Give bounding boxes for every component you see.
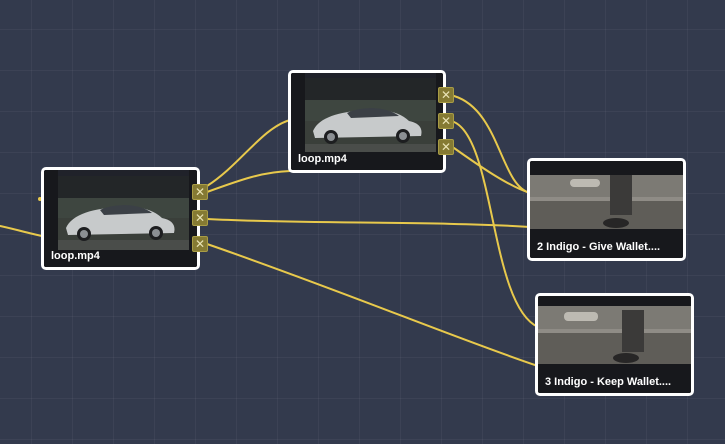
video-node-give-wallet[interactable]: 2 Indigo - Give Wallet.... [527, 158, 686, 261]
wire-loop-1-to-loop-2-b [206, 170, 291, 193]
output-port-2c[interactable]: ✕ [438, 139, 454, 155]
output-port-1a[interactable]: ✕ [192, 184, 208, 200]
close-icon: ✕ [440, 114, 452, 128]
wire-loop-1-to-loop-2-a [206, 119, 291, 187]
video-node-loop-2[interactable]: loop.mp4 [288, 70, 446, 173]
close-icon: ✕ [194, 237, 206, 251]
node-label: 2 Indigo - Give Wallet.... [537, 241, 661, 253]
close-icon: ✕ [194, 185, 206, 199]
wire-loop-2-to-give-wallet [453, 95, 531, 194]
close-icon: ✕ [440, 140, 452, 154]
output-port-1b[interactable]: ✕ [192, 210, 208, 226]
video-node-keep-wallet[interactable]: 3 Indigo - Keep Wallet.... [535, 293, 694, 396]
video-node-loop-1[interactable]: loop.mp4 [41, 167, 200, 270]
output-port-2a[interactable]: ✕ [438, 87, 454, 103]
node-graph-canvas[interactable]: loop.mp4 loop.mp4 2 Indigo - Give Wallet… [0, 0, 725, 444]
close-icon: ✕ [440, 88, 452, 102]
node-label: 3 Indigo - Keep Wallet.... [545, 376, 672, 388]
node-label: loop.mp4 [298, 153, 347, 165]
wire-loop-1-to-give-wallet [206, 218, 531, 228]
close-icon: ✕ [194, 211, 206, 225]
output-port-2b[interactable]: ✕ [438, 113, 454, 129]
output-port-1c[interactable]: ✕ [192, 236, 208, 252]
wire-incoming-to-loop-1 [0, 225, 43, 237]
wire-loop-1-to-keep-wallet [206, 243, 539, 367]
node-label: loop.mp4 [51, 250, 100, 262]
